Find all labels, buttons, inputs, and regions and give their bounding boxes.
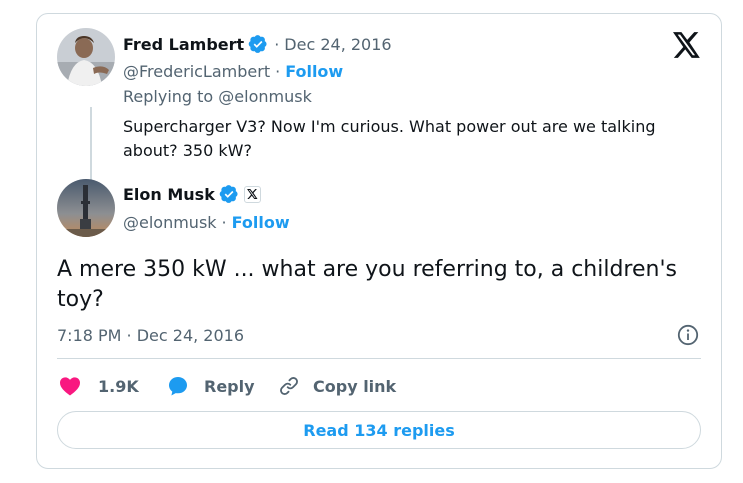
author-name[interactable]: Elon Musk xyxy=(123,185,215,204)
reply-bubble-icon xyxy=(167,375,189,397)
handle-row: @elonmusk · Follow xyxy=(123,211,290,233)
parent-author-row: Fred Lambert · Dec 24, 2016 xyxy=(123,33,392,55)
parent-handle[interactable]: @FredericLambert xyxy=(123,62,270,81)
follow-button[interactable]: Follow xyxy=(285,62,343,81)
author-handle[interactable]: @elonmusk xyxy=(123,213,217,232)
parent-date[interactable]: Dec 24, 2016 xyxy=(284,35,391,54)
separator-dot: · xyxy=(274,34,280,54)
copy-link-label: Copy link xyxy=(313,376,397,396)
separator-dot: · xyxy=(221,212,227,232)
parent-handle-row: @FredericLambert · Follow xyxy=(123,60,343,82)
author-row: Elon Musk xyxy=(123,183,261,205)
heart-icon xyxy=(59,376,81,396)
separator-dot: · xyxy=(275,61,281,81)
x-affiliate-badge-icon[interactable] xyxy=(243,185,261,203)
reply-button[interactable]: Reply xyxy=(167,374,255,398)
follow-button[interactable]: Follow xyxy=(232,213,290,232)
read-replies-button[interactable]: Read 134 replies xyxy=(57,411,701,449)
parent-tweet-text: Supercharger V3? Now I'm curious. What p… xyxy=(123,117,656,160)
fred-lambert-avatar[interactable] xyxy=(57,28,115,86)
copy-link-button[interactable]: Copy link xyxy=(278,374,396,398)
elon-musk-avatar[interactable] xyxy=(57,179,115,237)
thread-line xyxy=(90,107,92,186)
replying-to: Replying to @elonmusk xyxy=(123,87,312,106)
verified-badge-icon xyxy=(219,184,239,204)
like-button[interactable]: 1.9K xyxy=(59,374,139,398)
info-icon[interactable] xyxy=(677,324,699,346)
read-replies-label: Read 134 replies xyxy=(303,420,455,440)
link-icon xyxy=(278,375,300,397)
parent-author-name[interactable]: Fred Lambert xyxy=(123,35,244,54)
like-count: 1.9K xyxy=(98,376,139,396)
verified-badge-icon xyxy=(248,34,268,54)
tweet-timestamp[interactable]: 7:18 PM · Dec 24, 2016 xyxy=(57,325,244,347)
divider xyxy=(57,358,701,359)
tweet-text: A mere 350 kW ... what are you referring… xyxy=(57,257,677,312)
reply-label: Reply xyxy=(204,376,255,396)
embedded-tweet-card: Fred Lambert · Dec 24, 2016 @FredericLam… xyxy=(36,13,722,469)
x-logo-icon[interactable] xyxy=(673,32,701,60)
